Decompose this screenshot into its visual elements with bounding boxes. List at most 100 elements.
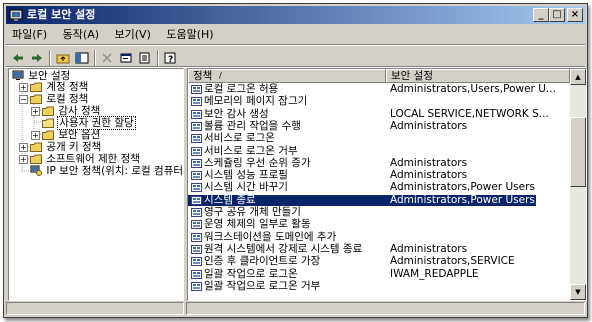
vertical-scrollbar[interactable]: ▲ ▼ xyxy=(570,69,586,300)
expand-plus-icon[interactable]: + xyxy=(19,143,28,152)
column-header-label: 정책 xyxy=(193,70,213,82)
expand-plus-icon[interactable]: + xyxy=(31,131,40,140)
scroll-thumb[interactable] xyxy=(570,117,586,187)
tree-item-ip-security[interactable]: IP 보안 정책(위치: 로컬 컴퓨터) xyxy=(30,165,183,177)
expand-plus-icon[interactable]: + xyxy=(19,155,28,164)
collapse-minus-icon[interactable]: − xyxy=(19,95,28,104)
policy-name: 보안 감사 생성 xyxy=(204,107,269,120)
policy-row[interactable]: 서비스로 로그온 거부 xyxy=(188,145,536,157)
policy-setting: Administrators xyxy=(390,156,468,169)
policy-row[interactable]: 영구 공유 개체 만들기 xyxy=(188,207,536,218)
policy-icon xyxy=(191,171,202,181)
tree-label: 로컬 정책 xyxy=(46,93,89,105)
status-cell xyxy=(6,302,184,315)
tree-item-user-rights-assignment[interactable]: 사용자 권한 할당 xyxy=(42,116,136,130)
help-button[interactable]: ? xyxy=(161,49,179,67)
menu-separator xyxy=(6,44,585,46)
export-list-button[interactable] xyxy=(136,49,154,67)
policy-row[interactable]: 보안 감사 생성 LOCAL SERVICE,NETWORK S... xyxy=(188,107,549,120)
policy-row[interactable]: 시스템 성능 프로필 Administrators xyxy=(188,170,536,181)
help-icon: ? xyxy=(164,52,176,64)
tree-label: 사용자 권한 할당 xyxy=(57,116,136,130)
policy-icon xyxy=(191,134,202,144)
open-folder-icon xyxy=(42,118,54,128)
expand-plus-icon[interactable]: + xyxy=(31,107,40,116)
tree-item-public-key-policies[interactable]: 공개 키 정책 xyxy=(30,141,102,153)
policy-row[interactable]: 시스템 종료 Administrators,Power Users,B... xyxy=(188,193,555,206)
up-level-button[interactable] xyxy=(54,49,72,67)
back-arrow-icon xyxy=(13,54,23,62)
security-app-icon xyxy=(9,9,23,21)
policy-icon xyxy=(191,109,202,119)
delete-button[interactable] xyxy=(98,49,116,67)
policy-setting: Administrators,Users,Power U... xyxy=(390,83,556,95)
window-title: 로컬 보안 설정 xyxy=(27,8,96,21)
menu-action[interactable]: 동작(A) xyxy=(57,26,105,42)
scroll-down-button[interactable]: ▼ xyxy=(570,284,586,300)
tree-item-software-restriction[interactable]: 소프트웨어 제한 정책 xyxy=(30,153,141,165)
folder-icon xyxy=(30,82,42,92)
policy-row[interactable]: 스케쥴링 우선 순위 증가 Administrators xyxy=(188,156,536,169)
policy-name: 운영 체제의 일부로 활동 xyxy=(204,218,311,231)
policy-name: 인증 후 클라이언트로 가장 xyxy=(204,255,321,268)
policy-row[interactable]: 원격 시스템에서 강제로 시스템 종료 Administrators xyxy=(188,242,536,255)
policy-icon xyxy=(191,97,202,107)
policy-icon xyxy=(191,208,202,217)
policy-icon xyxy=(191,232,202,242)
column-header-policy[interactable]: 정책 ∕ xyxy=(188,69,386,83)
policy-icon xyxy=(191,195,202,205)
policy-row[interactable]: 메모리의 페이지 잠그기 xyxy=(188,96,536,107)
show-hide-tree-button[interactable] xyxy=(73,49,91,67)
policy-setting: Administrators xyxy=(390,119,468,132)
column-header-setting[interactable]: 보안 설정 xyxy=(386,69,570,83)
policy-row[interactable]: 인증 후 클라이언트로 가장 Administrators,SERVICE xyxy=(188,256,536,267)
tree-item-local-policies[interactable]: 로컬 정책 xyxy=(30,93,89,105)
policy-row[interactable]: 시스템 시간 바꾸기 Administrators,Power Users xyxy=(188,182,536,193)
menu-file[interactable]: 파일(F) xyxy=(6,26,53,42)
policy-name: 원격 시스템에서 강제로 시스템 종료 xyxy=(204,242,363,255)
policy-icon xyxy=(191,158,202,168)
status-bar xyxy=(6,302,585,315)
folder-icon xyxy=(42,106,54,116)
expand-plus-icon[interactable]: + xyxy=(19,83,28,92)
back-button[interactable] xyxy=(9,49,27,67)
policy-row[interactable]: 운영 체제의 일부로 활동 xyxy=(188,219,536,230)
properties-icon xyxy=(120,53,132,63)
policy-name: 워크스테이션을 도메인에 추가 xyxy=(204,230,337,243)
policy-icon xyxy=(191,146,202,156)
policy-row[interactable]: 워크스테이션을 도메인에 추가 xyxy=(188,230,536,243)
policy-row[interactable]: 일괄 작업으로 로그온 거부 xyxy=(188,280,536,292)
tree-item-security-options[interactable]: 보안 옵션 xyxy=(42,129,101,141)
minimize-button[interactable]: _ xyxy=(533,8,549,22)
tree-label: 소프트웨어 제한 정책 xyxy=(46,153,140,165)
title-bar[interactable]: 로컬 보안 설정 _ □ × xyxy=(6,6,585,24)
sort-ascending-icon: ∕ xyxy=(219,71,222,80)
properties-button[interactable] xyxy=(117,49,135,67)
close-button[interactable]: × xyxy=(567,8,583,22)
policy-icon xyxy=(191,281,202,291)
policy-setting: Administrators,Power Users xyxy=(390,181,535,194)
scroll-up-button[interactable]: ▲ xyxy=(570,69,586,85)
menu-bar: 파일(F) 동작(A) 보기(V) 도움말(H) xyxy=(6,26,585,44)
tree-pane[interactable]: 보안 설정 + 계정 정책 − 로컬 정책 + 감사 정책 사용자 권한 할당 … xyxy=(8,68,184,301)
policy-name: 영구 공유 개체 만들기 xyxy=(204,206,301,218)
toolbar-separator xyxy=(94,50,96,66)
policy-row[interactable]: 일괄 작업으로 로그온 IWAM_REDAPPLE xyxy=(188,267,536,280)
tree-label: 계정 정책 xyxy=(46,81,89,93)
main-window: 로컬 보안 설정 _ □ × 파일(F) 동작(A) 보기(V) 도움말(H) xyxy=(3,3,588,318)
policy-row[interactable]: 서비스로 로그온 xyxy=(188,133,536,144)
tree-item-account-policies[interactable]: 계정 정책 xyxy=(30,81,89,93)
policy-name: 일괄 작업으로 로그온 xyxy=(204,267,298,280)
menu-help[interactable]: 도움말(H) xyxy=(160,26,219,42)
policy-name: 시스템 종료 xyxy=(204,193,256,206)
folder-up-icon xyxy=(56,54,70,64)
menu-view[interactable]: 보기(V) xyxy=(109,26,157,42)
policy-name: 스케쥴링 우선 순위 증가 xyxy=(204,156,311,169)
policy-row[interactable]: 로컬 로그온 허용 Administrators,Users,Power U... xyxy=(188,84,556,95)
policy-row[interactable]: 볼륨 관리 작업을 수행 Administrators xyxy=(188,119,536,132)
maximize-button[interactable]: □ xyxy=(549,8,565,22)
forward-button[interactable] xyxy=(28,49,46,67)
policy-list-pane[interactable]: 정책 ∕ 보안 설정 로컬 로그온 허용 Administrators,Users… xyxy=(187,68,587,301)
folder-icon xyxy=(30,154,42,164)
toolbar-separator xyxy=(157,50,159,66)
